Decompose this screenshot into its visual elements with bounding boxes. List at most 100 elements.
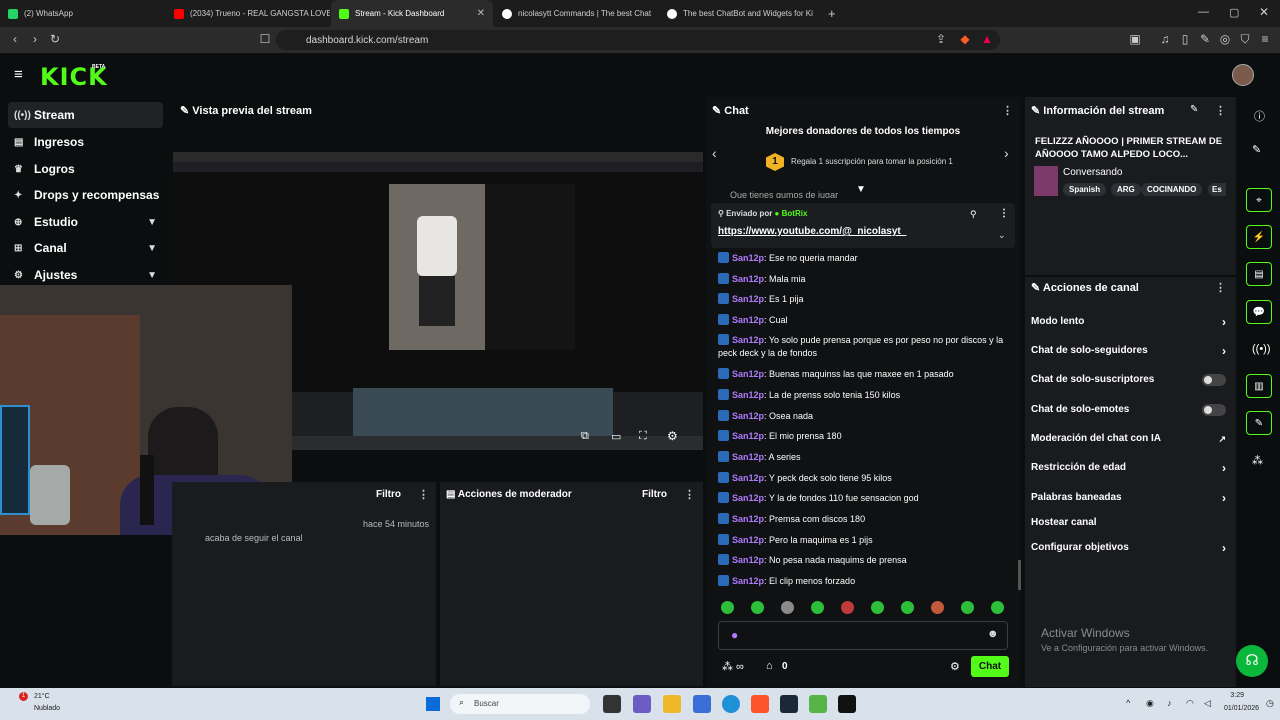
minimize-icon[interactable]: —	[1198, 6, 1209, 18]
mod-filter-button[interactable]: Filtro	[642, 489, 667, 500]
donors-next-icon[interactable]: ›	[1004, 145, 1009, 161]
kick-app-icon[interactable]	[838, 695, 856, 713]
network-icon[interactable]: ◉	[1146, 698, 1154, 709]
new-tab-icon[interactable]: +	[828, 6, 836, 21]
pip-icon[interactable]: ⧉	[581, 430, 589, 443]
tab-youtube[interactable]: (2034) Trueno - REAL GANGSTA LOVE	[166, 0, 330, 27]
rail-button-document[interactable]: ▤	[1246, 262, 1272, 286]
wifi-icon[interactable]: ◠	[1186, 698, 1194, 709]
action-modo-lento[interactable]: Modo lento ›	[1031, 315, 1226, 329]
unpin-icon[interactable]: ⚲	[970, 209, 977, 220]
tab-kick-dashboard[interactable]: Stream - Kick Dashboard ✕	[331, 0, 493, 27]
rail-button-lightning[interactable]: ⚡	[1246, 225, 1272, 249]
volume-icon[interactable]: ◁	[1204, 698, 1211, 709]
avatar[interactable]	[1232, 64, 1254, 86]
emote-icon[interactable]	[781, 601, 794, 614]
rail-button-clip[interactable]: ⌖	[1246, 188, 1272, 212]
action-palabras-baneadas[interactable]: Palabras baneadas ›	[1031, 491, 1226, 505]
menu-icon[interactable]: ≡	[1258, 32, 1272, 46]
bookmark-icon[interactable]: ☐	[258, 32, 272, 46]
tag[interactable]: COCINANDO	[1141, 183, 1203, 196]
clock-time[interactable]: 3:29	[1224, 692, 1244, 699]
store-icon[interactable]	[693, 695, 711, 713]
taskbar-search[interactable]: Buscar	[450, 694, 590, 714]
close-tab-icon[interactable]: ✕	[477, 8, 485, 19]
rail-button-layout[interactable]: ▥	[1246, 374, 1272, 398]
rail-button-wrench[interactable]: ✎	[1246, 411, 1272, 435]
fullscreen-icon[interactable]: ⛶	[639, 430, 647, 443]
maximize-icon[interactable]: ▢	[1229, 6, 1239, 19]
back-icon[interactable]: ‹	[8, 32, 22, 46]
sidebar-item-drops[interactable]: ✦ Drops y recompensas	[8, 182, 163, 208]
action-restriccion-edad[interactable]: Restricción de edad ›	[1031, 461, 1226, 475]
category-name[interactable]: Conversando	[1063, 167, 1122, 178]
brave-shield-icon[interactable]: ◆	[958, 32, 972, 46]
pinned-menu-icon[interactable]: ⋮	[999, 208, 1009, 219]
info-icon[interactable]: ⓘ	[1254, 108, 1265, 124]
rail-button-chat[interactable]: 💬	[1246, 300, 1272, 324]
sidebar-item-estudio[interactable]: ⊕ Estudio ▼	[8, 209, 163, 235]
send-chat-button[interactable]: Chat	[971, 656, 1009, 677]
emote-icon[interactable]	[811, 601, 824, 614]
emote-icon[interactable]	[841, 601, 854, 614]
brave-icon[interactable]	[751, 695, 769, 713]
sidebar-item-canal[interactable]: ⊞ Canal ▼	[8, 235, 163, 261]
action-solo-seguidores[interactable]: Chat de solo-seguidores ›	[1031, 344, 1226, 358]
clock-date[interactable]: 01/01/2026	[1224, 705, 1259, 712]
extensions-icon[interactable]: ✎	[1198, 32, 1212, 46]
tag[interactable]: Es	[1208, 183, 1226, 196]
sidebar-item-logros[interactable]: ♛ Logros	[8, 156, 163, 182]
notifications-icon[interactable]: ◷	[1266, 698, 1274, 709]
task-view-icon[interactable]	[603, 695, 621, 713]
action-hostear-canal[interactable]: Hostear canal	[1031, 516, 1226, 530]
solo-suscriptores-toggle[interactable]	[1202, 374, 1226, 386]
media-icon[interactable]: ♫	[1158, 32, 1172, 46]
chat-input[interactable]	[718, 621, 1008, 650]
tag[interactable]: Spanish	[1063, 183, 1107, 196]
edge-icon[interactable]	[722, 695, 740, 713]
chat-settings-icon[interactable]: ⚙	[950, 660, 960, 673]
file-explorer-icon[interactable]	[663, 695, 681, 713]
url-field[interactable]: dashboard.kick.com/stream	[276, 30, 1000, 50]
emote-icon[interactable]	[751, 601, 764, 614]
broadcast-icon[interactable]: ((•))	[1252, 343, 1271, 355]
screenshot-icon[interactable]: ▣	[1128, 32, 1142, 46]
tab-botrix-widgets[interactable]: The best ChatBot and Widgets for Ki	[659, 0, 823, 27]
chat-menu-icon[interactable]: ⋮	[1002, 104, 1013, 117]
actions-menu-icon[interactable]: ⋮	[1215, 281, 1226, 294]
reload-icon[interactable]: ↻	[48, 32, 62, 46]
teams-icon[interactable]	[633, 695, 651, 713]
support-button[interactable]: ☊	[1236, 645, 1268, 677]
share-icon[interactable]: ⇪	[934, 32, 948, 46]
forward-icon[interactable]: ›	[28, 32, 42, 46]
action-configurar-objetivos[interactable]: Configurar objetivos ›	[1031, 541, 1226, 555]
mod-menu-icon[interactable]: ⋮	[684, 488, 695, 501]
weather-icon[interactable]: 1	[19, 692, 28, 701]
brave-rewards-icon[interactable]: ▲	[980, 32, 994, 46]
theater-icon[interactable]: ▭	[611, 430, 621, 443]
solo-emotes-toggle[interactable]	[1202, 404, 1226, 416]
microphone-icon[interactable]: ●	[731, 628, 738, 642]
emote-icon[interactable]	[901, 601, 914, 614]
wallet-icon[interactable]: ◎	[1218, 32, 1232, 46]
vpn-icon[interactable]: ⛉	[1238, 32, 1252, 46]
pin-collapse-icon[interactable]: ▼	[856, 184, 866, 195]
emote-icon[interactable]	[991, 601, 1004, 614]
tab-botrix-commands[interactable]: nicolasytt Commands | The best Chat	[494, 0, 658, 27]
app-icon[interactable]	[809, 695, 827, 713]
edit-icon[interactable]: ✎	[1190, 104, 1198, 115]
donors-prev-icon[interactable]: ‹	[712, 145, 717, 161]
settings-icon[interactable]: ⚙	[667, 429, 678, 443]
info-menu-icon[interactable]: ⋮	[1215, 104, 1226, 117]
sidebar-toggle-icon[interactable]: ▯	[1178, 32, 1192, 46]
sidebar-item-stream[interactable]: ((•)) Stream	[8, 102, 163, 128]
activity-menu-icon[interactable]: ⋮	[418, 488, 429, 501]
users-icon[interactable]: ⁂	[1252, 454, 1263, 467]
emote-icon[interactable]	[961, 601, 974, 614]
windows-start-icon[interactable]	[426, 697, 440, 711]
emote-icon[interactable]	[871, 601, 884, 614]
pencil-icon[interactable]: ✎	[1252, 143, 1261, 156]
tag[interactable]: ARG	[1111, 183, 1141, 196]
steam-icon[interactable]	[780, 695, 798, 713]
hamburger-icon[interactable]: ≡	[14, 66, 23, 83]
